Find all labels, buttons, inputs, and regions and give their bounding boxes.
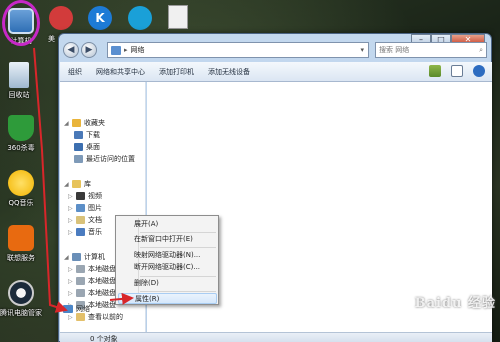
watermark: Baidu 经验 bbox=[414, 296, 496, 311]
annotation-arrows bbox=[33, 47, 134, 313]
arrow-to-properties bbox=[109, 292, 134, 305]
arrow-to-network bbox=[33, 47, 68, 313]
